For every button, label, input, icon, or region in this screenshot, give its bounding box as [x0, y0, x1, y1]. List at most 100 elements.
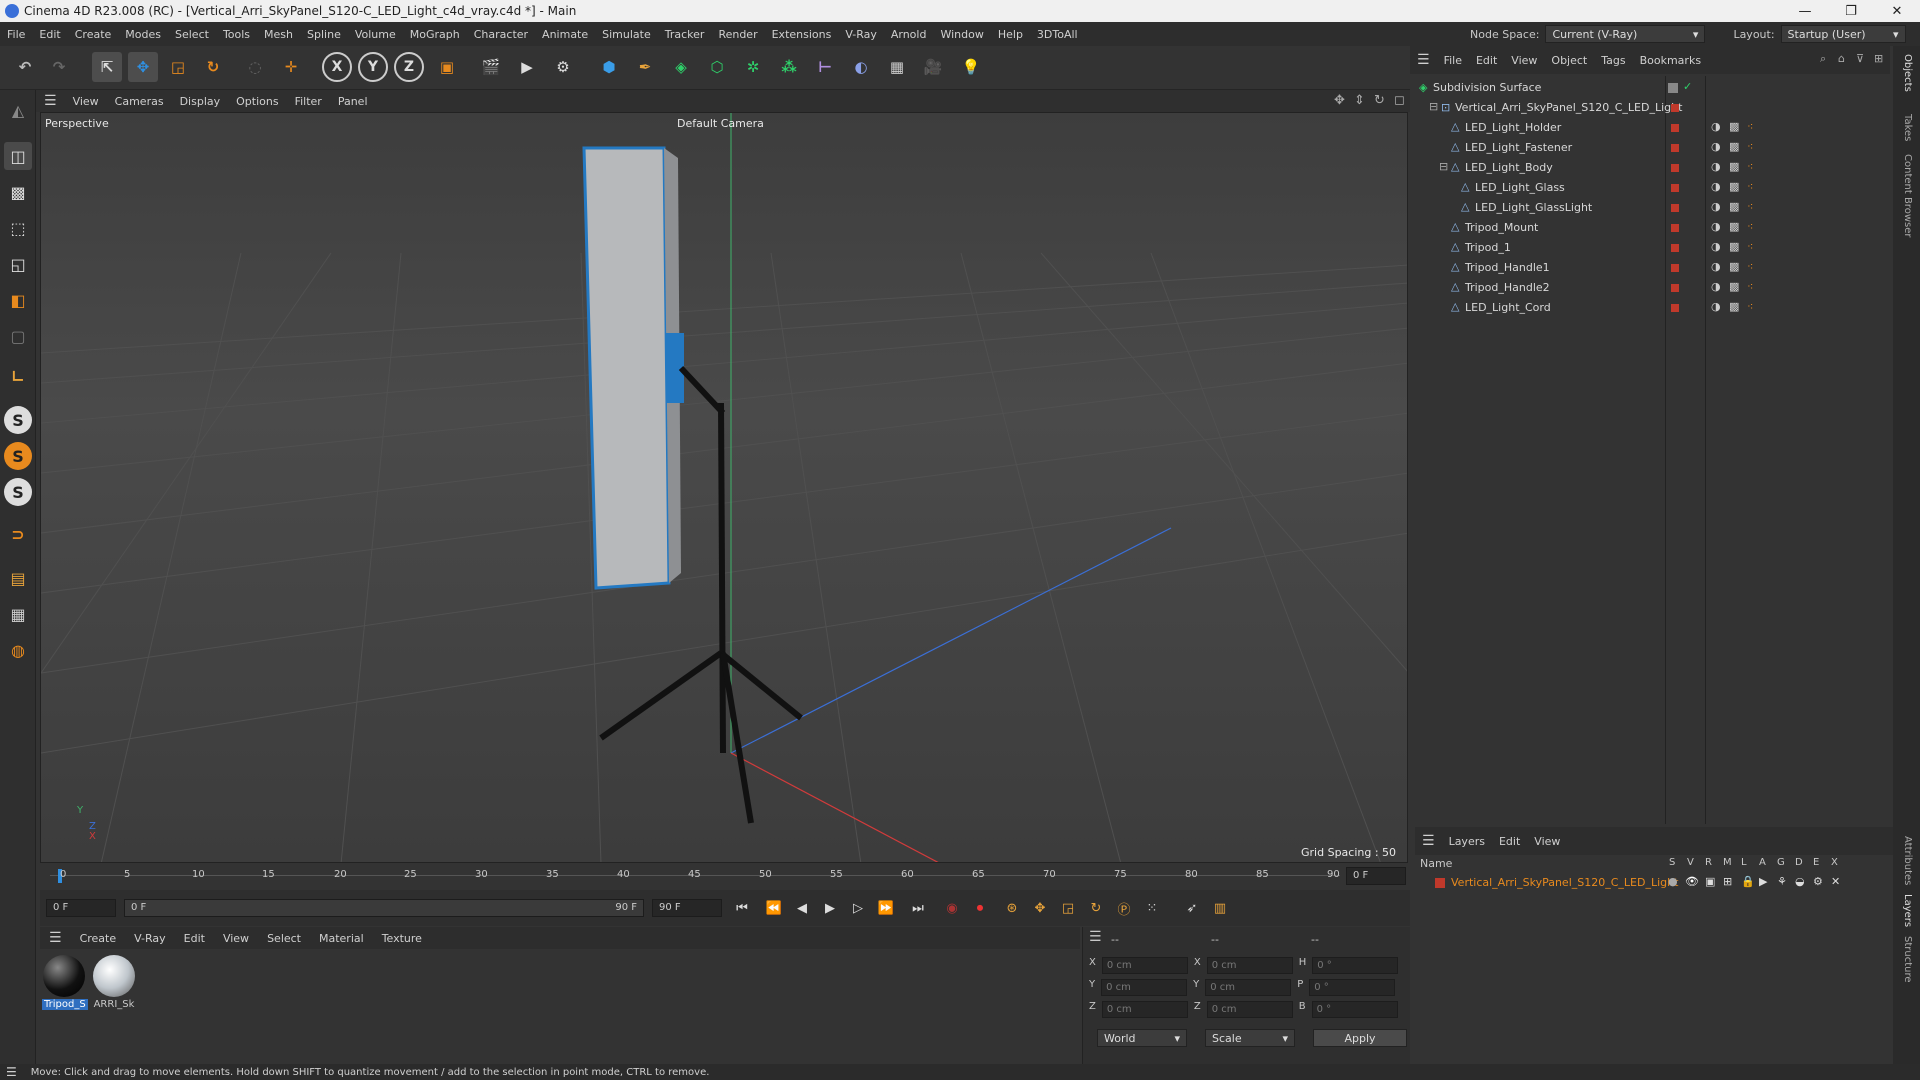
3d-viewport[interactable]: Y Z X Perspective Default Camera Grid Sp… — [40, 112, 1408, 863]
cube-icon[interactable]: ⬢ — [594, 52, 624, 82]
redo-icon[interactable]: ↷ — [44, 52, 74, 82]
camera-name[interactable]: Default Camera — [677, 117, 764, 130]
phong-tag-icon[interactable]: ◑ — [1711, 120, 1721, 133]
material-swatch[interactable]: ARRI_Sk — [92, 955, 136, 1010]
end-frame-field[interactable]: 90 F — [652, 899, 722, 917]
workplane-snap-icon[interactable]: S — [4, 478, 32, 506]
rotation-h-input[interactable]: 0 ° — [1312, 957, 1399, 974]
vray-tag-icon[interactable]: ⁖ — [1747, 240, 1753, 253]
expand-icon[interactable]: ⊟ — [1429, 100, 1438, 113]
home-icon[interactable]: ⌂ — [1838, 52, 1845, 65]
coord-mode-dropdown[interactable]: World ▾ — [1097, 1029, 1187, 1047]
range-slider[interactable]: 0 F 90 F — [124, 899, 644, 917]
select-tool-icon[interactable]: ⇱ — [92, 52, 122, 82]
phong-tag-icon[interactable]: ◑ — [1711, 260, 1721, 273]
material-tag-icon[interactable]: ▩ — [1729, 160, 1739, 173]
objects-menu-object[interactable]: Object — [1544, 54, 1594, 67]
model-mode-icon[interactable]: ◫ — [4, 142, 32, 170]
floor-icon[interactable]: ▦ — [882, 52, 912, 82]
deformer-icon[interactable]: ⊢ — [810, 52, 840, 82]
nodespace-dropdown[interactable]: Current (V-Ray) ▾ — [1545, 25, 1706, 43]
light-icon[interactable]: 💡 — [956, 52, 986, 82]
tab-objects[interactable]: Objects — [1902, 54, 1913, 92]
position-y-input[interactable]: 0 cm — [1101, 979, 1188, 996]
x-axis-lock-icon[interactable]: X — [322, 52, 352, 82]
vray-tag-icon[interactable]: ⁖ — [1747, 300, 1753, 313]
layer-render-icon[interactable]: ▣ — [1705, 875, 1715, 888]
prev-key-icon[interactable]: ⏪ — [762, 896, 786, 920]
size-z-input[interactable]: 0 cm — [1206, 1001, 1293, 1018]
objects-menu-file[interactable]: File — [1437, 54, 1469, 67]
layers-menu-view[interactable]: View — [1527, 835, 1567, 848]
magnet-icon[interactable]: ⊃ — [4, 520, 32, 548]
menu-tools[interactable]: Tools — [216, 28, 257, 41]
key-position-icon[interactable]: ✥ — [1028, 896, 1052, 920]
object-row[interactable]: △ LED_Light_Fastener ◑ ▩ ⁖ — [1415, 138, 1895, 158]
viewport-rotate-icon[interactable]: ↻ — [1374, 93, 1385, 108]
current-frame-field[interactable]: 0 F — [1346, 867, 1406, 885]
menu-3dtoall[interactable]: 3DToAll — [1030, 28, 1085, 41]
size-x-input[interactable]: 0 cm — [1206, 957, 1293, 974]
size-y-input[interactable]: 0 cm — [1205, 979, 1292, 996]
material-tag-icon[interactable]: ▩ — [1729, 120, 1739, 133]
extrude-icon[interactable]: ⬡ — [702, 52, 732, 82]
render-view-icon[interactable]: ▶ — [512, 52, 542, 82]
tab-attributes[interactable]: Attributes — [1902, 836, 1913, 885]
lock-icon[interactable]: 🔒 — [1741, 875, 1755, 888]
menu-edit[interactable]: Edit — [32, 28, 67, 41]
points-mode-icon[interactable]: ⬚ — [4, 214, 32, 242]
material-menu-vray[interactable]: V-Ray — [125, 932, 175, 945]
undo-icon[interactable]: ↶ — [10, 52, 40, 82]
object-row[interactable]: △ Tripod_Mount ◑ ▩ ⁖ — [1415, 218, 1895, 238]
goto-start-icon[interactable]: ⏮ — [730, 896, 754, 920]
autokey-icon[interactable]: ⏺ — [968, 896, 992, 920]
make-editable-icon[interactable]: ◭ — [4, 96, 32, 124]
material-swatch[interactable]: Tripod_S — [42, 955, 88, 1010]
new-window-icon[interactable]: ⊞ — [1874, 52, 1883, 65]
viewport-menu-cameras[interactable]: Cameras — [107, 95, 172, 108]
motion-path-icon[interactable]: ➶ — [1180, 896, 1204, 920]
viewport-pan-icon[interactable]: ✥ — [1334, 93, 1345, 108]
layout-dropdown[interactable]: Startup (User) ▾ — [1780, 25, 1906, 43]
tab-takes[interactable]: Takes — [1902, 114, 1913, 141]
layers-menu-edit[interactable]: Edit — [1492, 835, 1527, 848]
move-tool-icon[interactable]: ✥ — [128, 52, 158, 82]
menu-animate[interactable]: Animate — [535, 28, 595, 41]
layer-toggle-icon[interactable] — [1668, 83, 1678, 93]
phong-tag-icon[interactable]: ◑ — [1711, 220, 1721, 233]
field-icon[interactable]: ◐ — [846, 52, 876, 82]
tab-content-browser[interactable]: Content Browser — [1902, 154, 1913, 237]
object-row[interactable]: △ Tripod_Handle1 ◑ ▩ ⁖ — [1415, 258, 1895, 278]
start-frame-field[interactable]: 0 F — [46, 899, 116, 917]
viewport-menu-display[interactable]: Display — [172, 95, 229, 108]
material-tag-icon[interactable]: ▩ — [1729, 240, 1739, 253]
vray-tag-icon[interactable]: ⁖ — [1747, 260, 1753, 273]
viewport-menu-options[interactable]: Options — [228, 95, 286, 108]
layer-visible-icon[interactable]: 👁 — [1685, 875, 1699, 888]
menu-spline[interactable]: Spline — [300, 28, 348, 41]
z-axis-lock-icon[interactable]: Z — [394, 52, 424, 82]
material-tag-icon[interactable]: ▩ — [1729, 260, 1739, 273]
material-menu-edit[interactable]: Edit — [175, 932, 214, 945]
transform-icon[interactable]: ✛ — [276, 52, 306, 82]
subdivision-icon[interactable]: ◈ — [666, 52, 696, 82]
menu-file[interactable]: File — [0, 28, 32, 41]
phong-tag-icon[interactable]: ◑ — [1711, 140, 1721, 153]
key-scale-icon[interactable]: ◲ — [1056, 896, 1080, 920]
material-tag-icon[interactable]: ▩ — [1729, 280, 1739, 293]
key-param-icon[interactable]: Ⓟ — [1112, 896, 1136, 920]
play-icon[interactable]: ▶ — [818, 896, 842, 920]
uv-mode-icon[interactable]: ▢ — [4, 322, 32, 350]
vray-tag-icon[interactable]: ⁖ — [1747, 220, 1753, 233]
lock-workplane-icon[interactable]: ◍ — [4, 636, 32, 664]
layers-menu-layers[interactable]: Layers — [1442, 835, 1492, 848]
grid-icon[interactable]: ▦ — [4, 600, 32, 628]
texture-mode-icon[interactable]: ▩ — [4, 178, 32, 206]
material-tag-icon[interactable]: ▩ — [1729, 140, 1739, 153]
hamburger-icon[interactable]: ☰ — [36, 93, 65, 109]
phong-tag-icon[interactable]: ◑ — [1711, 180, 1721, 193]
filter-icon[interactable]: ⊽ — [1856, 52, 1864, 65]
material-tag-icon[interactable]: ▩ — [1729, 180, 1739, 193]
object-row[interactable]: △ LED_Light_GlassLight ◑ ▩ ⁖ — [1415, 198, 1895, 218]
vray-tag-icon[interactable]: ⁖ — [1747, 160, 1753, 173]
